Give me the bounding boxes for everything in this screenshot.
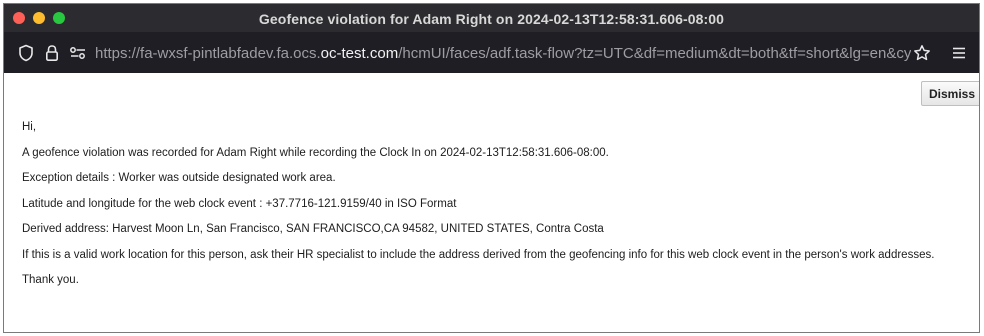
- coordinates-text: Latitude and longitude for the web clock…: [22, 197, 457, 210]
- page-content: Dismiss Hi, A geofence violation was rec…: [4, 73, 979, 332]
- notification-message: Hi, A geofence violation was recorded fo…: [22, 121, 934, 300]
- title-bar: Geofence violation for Adam Right on 202…: [4, 4, 979, 32]
- closing-text: Thank you.: [22, 274, 79, 286]
- url-domain: oc-test.com: [320, 45, 399, 62]
- permissions-icon[interactable]: [68, 43, 88, 63]
- hamburger-menu-icon[interactable]: [949, 43, 969, 63]
- window-title: Geofence violation for Adam Right on 202…: [258, 11, 725, 27]
- lock-icon[interactable]: [42, 43, 62, 63]
- dismiss-button[interactable]: Dismiss: [921, 81, 979, 106]
- url-field[interactable]: https://fa-wxsf-pintlabfadev.fa.ocs.oc-t…: [95, 45, 911, 62]
- violation-text: A geofence violation was recorded for Ad…: [22, 146, 609, 159]
- shield-icon[interactable]: [16, 43, 36, 63]
- exception-details-text: Exception details : Worker was outside d…: [22, 172, 336, 184]
- browser-window: Geofence violation for Adam Right on 202…: [3, 3, 980, 333]
- greeting-text: Hi,: [22, 121, 37, 133]
- derived-address-text: Derived address: Harvest Moon Ln, San Fr…: [22, 223, 604, 235]
- url-path: /hcmUI/faces/adf.task-flow?tz=UTC&df=med…: [398, 45, 911, 62]
- bookmark-star-icon[interactable]: [912, 43, 932, 63]
- url-prefix: https://fa-wxsf-pintlabfadev.fa.ocs.: [95, 45, 321, 62]
- address-bar: https://fa-wxsf-pintlabfadev.fa.ocs.oc-t…: [4, 32, 979, 73]
- instruction-text: If this is a valid work location for thi…: [22, 248, 935, 261]
